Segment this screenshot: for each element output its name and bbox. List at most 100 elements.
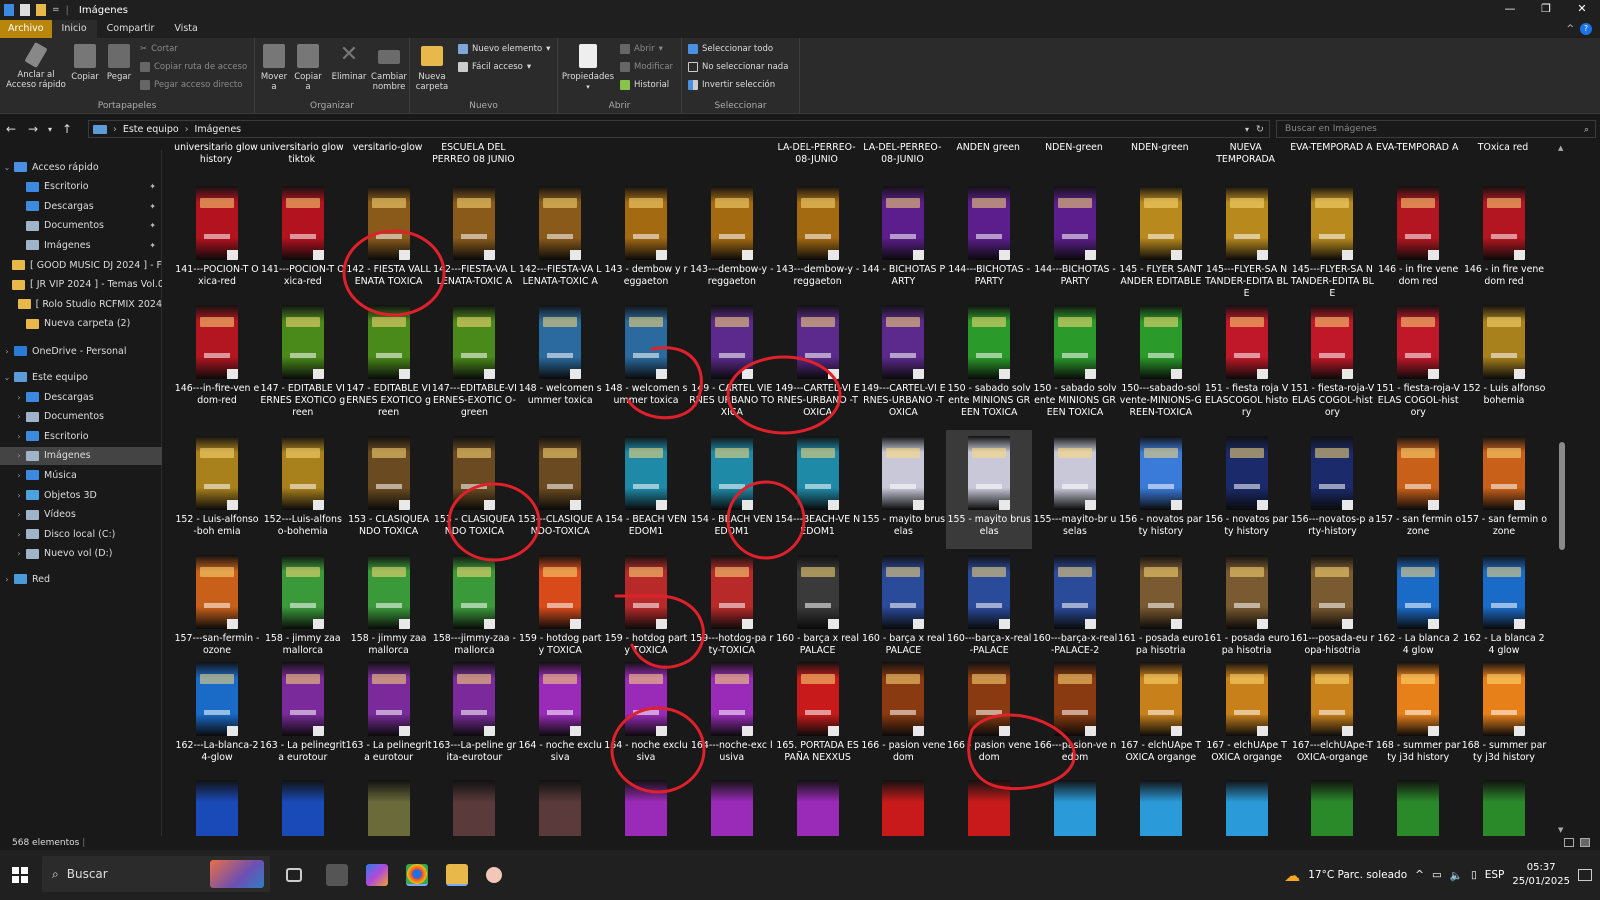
file-item[interactable]: 160 - barça x real PALACE — [775, 549, 861, 656]
collapsed-chevron-icon[interactable]: › — [12, 510, 26, 519]
open-button[interactable]: Abrir ▾ — [620, 44, 663, 54]
history-button[interactable]: Historial — [620, 80, 669, 90]
file-item[interactable]: 167 - elchUApe TOXICA organge — [1118, 656, 1204, 774]
taskbar-search[interactable]: ⌕ Buscar — [42, 856, 270, 892]
file-item[interactable]: 168 - summer party j3d history — [1461, 656, 1547, 774]
file-item[interactable]: 163 - La pelinegrita eurotour — [346, 656, 432, 774]
file-item[interactable]: 155 - mayito bruselas — [860, 430, 946, 549]
help-icon[interactable]: ? — [1580, 23, 1592, 35]
file-item[interactable] — [860, 774, 946, 836]
new-folder-qa-icon[interactable] — [36, 4, 46, 16]
select-all-button[interactable]: Seleccionar todo — [688, 44, 773, 54]
collapsed-chevron-icon[interactable]: › — [12, 549, 26, 558]
file-item[interactable]: 154 - BEACH VENEDOM1 — [689, 430, 775, 549]
tab-vista[interactable]: Vista — [164, 20, 207, 38]
recent-locations-icon[interactable]: ▾ — [44, 125, 56, 134]
file-item[interactable]: 152 - Luis-alfonso-boh emia — [174, 430, 260, 549]
notifications-icon[interactable] — [1578, 869, 1592, 881]
file-item[interactable]: 155 - mayito bruselas — [946, 430, 1033, 549]
file-item[interactable] — [174, 774, 260, 836]
file-item[interactable]: 150---sabado-sol vente-MINIONS-GREEN-TOX… — [1118, 299, 1204, 430]
file-item[interactable]: 158---jimmy-zaa -mallorca — [431, 549, 517, 656]
cut-button[interactable]: ✂ Cortar — [140, 44, 178, 54]
file-item[interactable]: 145---FLYER-SA NTANDER-EDITA BLE — [1289, 180, 1375, 299]
file-caption[interactable]: NDEN-green — [1118, 142, 1202, 154]
file-item[interactable] — [1032, 774, 1118, 836]
easy-access-button[interactable]: Fácil acceso ▾ — [458, 62, 531, 72]
nav-quick-item[interactable]: Descargas ✦ — [0, 197, 162, 215]
nav-pc-item[interactable]: › Nuevo vol (D:) — [0, 545, 162, 563]
refresh-icon[interactable]: ↻ — [1256, 124, 1264, 135]
nav-quick-item[interactable]: Imágenes ✦ — [0, 236, 162, 254]
file-item[interactable]: 163---La-peline grita-eurotour — [431, 656, 517, 774]
nav-pc-item[interactable]: › Imágenes — [0, 446, 162, 465]
nav-quick-item[interactable]: [ Rolo Studio RCFMIX 2024 — [0, 295, 162, 313]
nav-pc-item[interactable]: › Escritorio — [0, 427, 162, 445]
file-item[interactable]: 151 - fiesta-roja-VELAS COGOL-history — [1289, 299, 1375, 430]
collapsed-chevron-icon[interactable]: › — [12, 530, 26, 539]
nav-pc-item[interactable]: › Disco local (C:) — [0, 525, 162, 543]
file-item[interactable]: 159 - hotdog party TOXICA — [603, 549, 689, 656]
file-item[interactable]: 157---san-fermin -ozone — [174, 549, 260, 656]
scrollbar-thumb[interactable] — [1559, 442, 1565, 550]
address-dropdown-icon[interactable]: ▾ — [1245, 125, 1249, 134]
collapsed-chevron-icon[interactable]: › — [12, 412, 26, 421]
chrome-icon[interactable] — [406, 864, 428, 886]
file-item[interactable]: 146 - in fire venedom red — [1375, 180, 1461, 298]
file-item[interactable]: 149---CARTEL-VI ERNES-URBANO -TOXICA — [775, 299, 861, 430]
copilot-icon[interactable] — [366, 864, 388, 886]
vertical-scrollbar[interactable]: ▲ ▼ — [1556, 142, 1568, 836]
file-item[interactable]: 161 - posada europa hisotria — [1118, 549, 1204, 656]
file-item[interactable]: 162 - La blanca 24 glow — [1375, 549, 1461, 656]
file-item[interactable]: 152 - Luis alfonso bohemia — [1461, 299, 1547, 430]
scroll-down-icon[interactable]: ▼ — [1558, 826, 1563, 834]
file-item[interactable]: 166---pasion-ve nedom — [1032, 656, 1118, 774]
copy-path-button[interactable]: Copiar ruta de acceso — [140, 62, 247, 72]
nav-pc-item[interactable]: › Documentos — [0, 408, 162, 426]
close-icon[interactable]: ✕ — [1564, 0, 1600, 20]
file-item[interactable]: 153 - CLASIQUEANDO TOXICA — [431, 430, 517, 549]
file-item[interactable]: 162---La-blanca-24-glow — [174, 656, 260, 774]
collapsed-chevron-icon[interactable]: › — [12, 432, 26, 441]
file-explorer-icon[interactable] — [446, 864, 468, 886]
file-item[interactable]: 150 - sabado solvente MINIONS GREEN TOXI… — [946, 299, 1032, 430]
network-icon[interactable]: ▭ — [1432, 869, 1442, 881]
file-item[interactable]: 143---dembow-y -reggaeton — [689, 180, 775, 298]
file-item[interactable]: 167 - elchUApe TOXICA organge — [1204, 656, 1290, 774]
file-caption[interactable]: ESCUELA DEL PERREO 08 JUNIO — [431, 142, 515, 166]
collapsed-chevron-icon[interactable]: › — [0, 575, 14, 584]
app-icon[interactable] — [486, 867, 502, 883]
copy-to-button[interactable]: Copiar a — [291, 44, 325, 92]
edit-button[interactable]: Modificar — [620, 62, 673, 72]
details-view-icon[interactable] — [1564, 838, 1574, 847]
nav-quick-item[interactable]: [ GOOD MUSIC DJ 2024 ] - F — [0, 256, 162, 274]
file-item[interactable] — [1118, 774, 1204, 836]
forward-icon[interactable]: → — [22, 122, 44, 136]
start-button[interactable] — [0, 855, 40, 895]
new-folder-button[interactable]: Nueva carpeta — [414, 44, 450, 92]
nav-this-pc[interactable]: ⌄ Este equipo — [0, 368, 162, 386]
properties-button[interactable]: Propiedades ▾ — [560, 44, 616, 92]
large-icons-view-icon[interactable] — [1580, 838, 1590, 847]
up-icon[interactable]: ↑ — [56, 122, 78, 136]
file-item[interactable]: 166 - pasion venedom — [946, 656, 1032, 774]
nav-quick-item[interactable]: [ JR VIP 2024 ] - Temas Vol.0 — [0, 276, 162, 294]
file-item[interactable]: 158 - jimmy zaa mallorca — [346, 549, 432, 656]
tab-compartir[interactable]: Compartir — [97, 20, 165, 38]
file-item[interactable]: 147---EDITABLE-VIERNES-EXOTIC O-green — [431, 299, 517, 430]
file-item[interactable]: 148 - welcomen summer toxica — [517, 299, 603, 430]
nav-pc-item[interactable]: › Música — [0, 466, 162, 484]
file-item[interactable]: 156---novatos-p arty-history — [1289, 430, 1375, 549]
move-to-button[interactable]: Mover a — [257, 44, 291, 92]
file-item[interactable]: 156 - novatos party history — [1118, 430, 1204, 549]
file-item[interactable]: 141---POCION-T Oxica-red — [260, 180, 346, 298]
file-item[interactable]: 162 - La blanca 24 glow — [1461, 549, 1547, 656]
language-indicator[interactable]: ESP — [1485, 869, 1505, 881]
nav-pc-item[interactable]: › Vídeos — [0, 506, 162, 524]
file-item[interactable]: 160 - barça x real PALACE — [860, 549, 946, 656]
file-item[interactable]: 155---mayito-br uselas — [1032, 430, 1118, 549]
file-item[interactable]: 166 - pasion venedom — [860, 656, 946, 774]
file-item[interactable] — [1289, 774, 1375, 836]
file-item[interactable]: 156 - novatos party history — [1204, 430, 1290, 549]
file-item[interactable]: 149 - CARTEL VIERNES URBANO TOXICA — [689, 299, 775, 430]
